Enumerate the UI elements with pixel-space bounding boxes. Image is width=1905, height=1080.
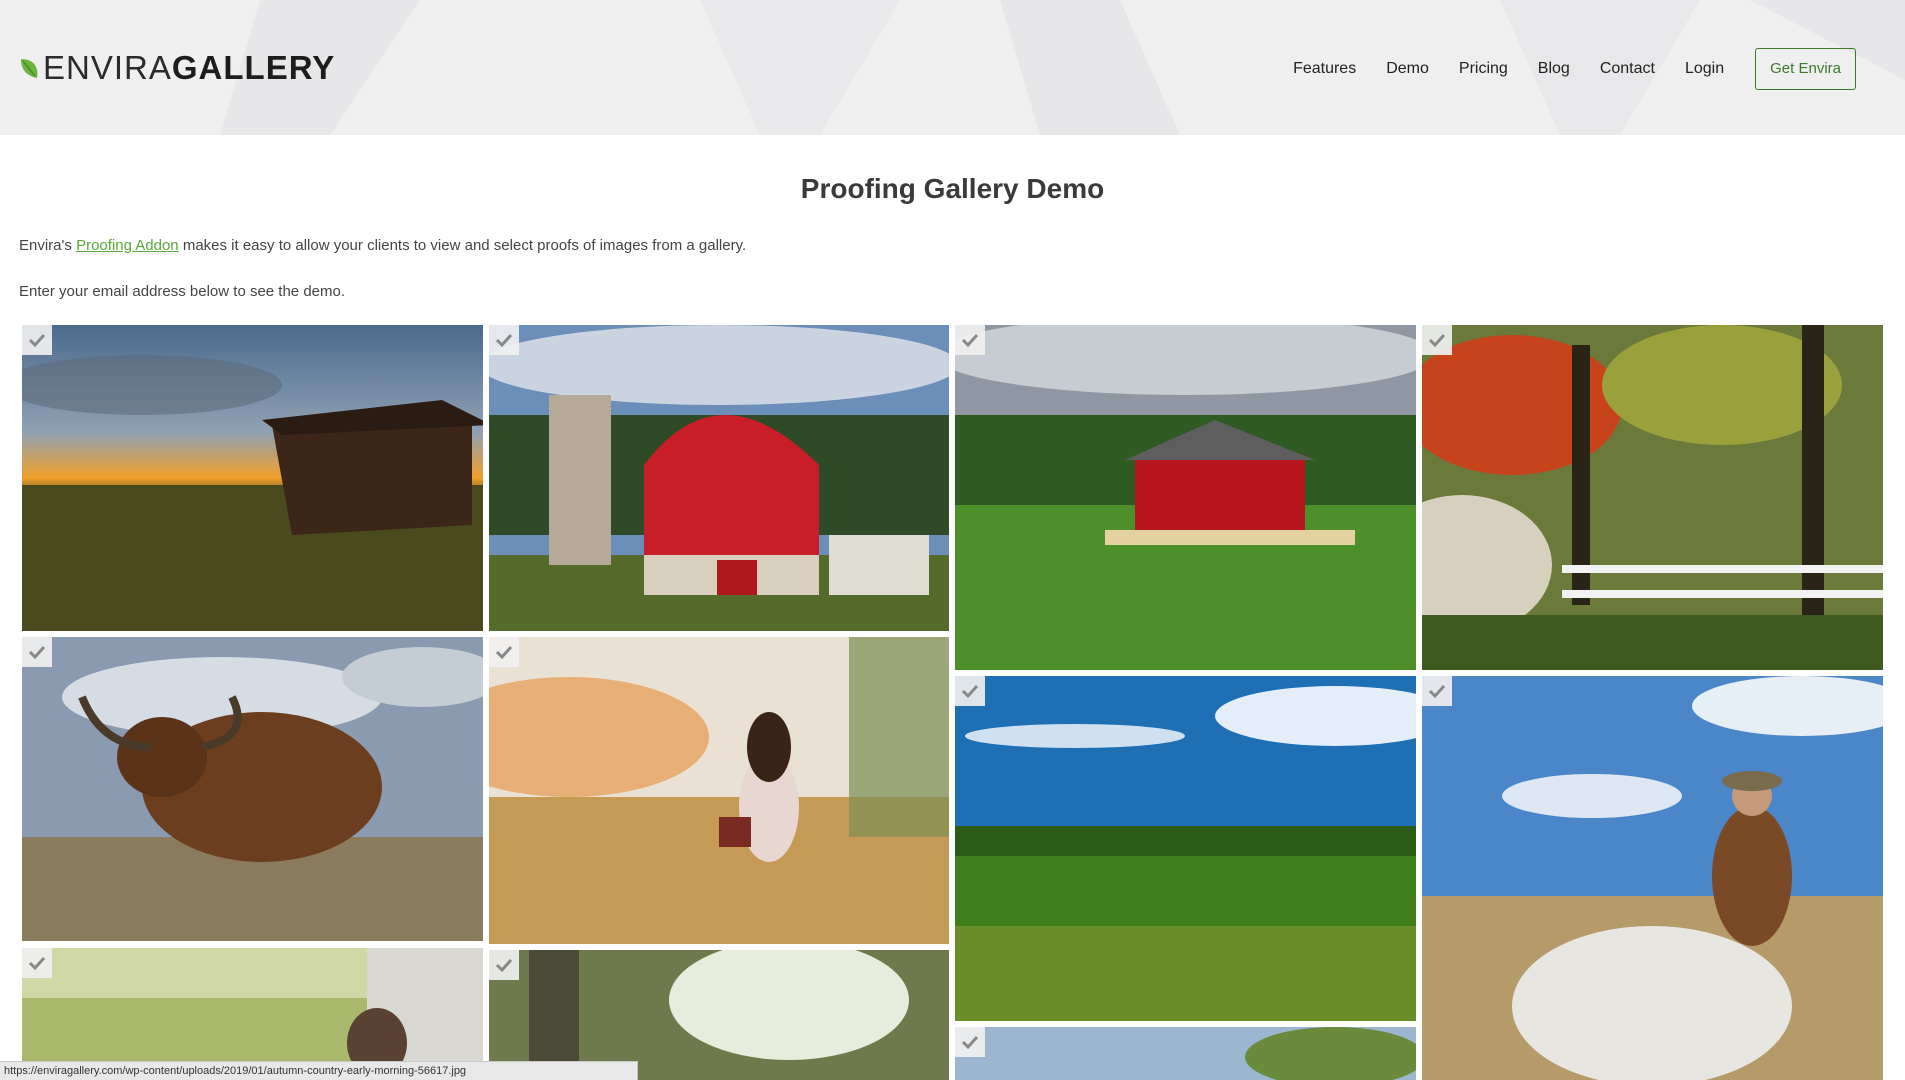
gallery-item[interactable] — [955, 676, 1416, 1021]
select-check[interactable] — [489, 637, 519, 667]
nav-blog[interactable]: Blog — [1538, 48, 1570, 90]
photo-shed-sunset — [22, 325, 483, 631]
intro-prefix: Envira's — [19, 237, 77, 254]
gallery-item[interactable] — [489, 637, 949, 944]
photo-red-barn-silo — [489, 325, 949, 631]
select-check[interactable] — [1422, 325, 1452, 355]
photo-highland-cow — [22, 637, 483, 941]
photo-cowboy-horse — [1422, 676, 1883, 1080]
checkmark-icon — [961, 333, 979, 348]
checkmark-icon — [28, 333, 46, 348]
site-header: ENVIRA GALLERY Features Demo Pricing Blog… — [0, 0, 1905, 135]
select-check[interactable] — [955, 325, 985, 355]
gallery-item[interactable] — [955, 1027, 1416, 1080]
photo-sky-plants — [955, 1027, 1416, 1080]
gallery-item[interactable] — [22, 325, 483, 631]
gallery-item[interactable] — [489, 325, 949, 631]
select-check[interactable] — [22, 948, 52, 978]
nav-pricing[interactable]: Pricing — [1459, 48, 1508, 90]
checkmark-icon — [495, 333, 513, 348]
select-check[interactable] — [489, 325, 519, 355]
logo-text-gallery: GALLERY — [171, 49, 336, 86]
checkmark-icon — [495, 645, 513, 660]
envira-logo[interactable]: ENVIRA GALLERY — [19, 49, 336, 86]
photo-red-barn-hill — [955, 325, 1416, 670]
gallery-item[interactable] — [22, 637, 483, 941]
checkmark-icon — [495, 958, 513, 973]
checkmark-icon — [961, 684, 979, 699]
nav-contact[interactable]: Contact — [1600, 48, 1655, 90]
nav-features[interactable]: Features — [1293, 48, 1356, 90]
intro-suffix: makes it easy to allow your clients to v… — [178, 237, 747, 254]
leaf-icon — [21, 59, 38, 78]
photo-autumn-forest-fence — [1422, 325, 1883, 670]
checkmark-icon — [28, 956, 46, 971]
main-nav: Features Demo Pricing Blog Contact Login… — [1293, 48, 1856, 90]
select-check[interactable] — [489, 950, 519, 980]
get-envira-button[interactable]: Get Envira — [1755, 48, 1856, 90]
select-check[interactable] — [1422, 676, 1452, 706]
browser-status-bar: https://enviragallery.com/wp-content/upl… — [0, 1061, 638, 1080]
nav-demo[interactable]: Demo — [1386, 48, 1429, 90]
gallery-item[interactable] — [955, 325, 1416, 670]
photo-girl-in-field — [489, 637, 949, 944]
proofing-addon-link[interactable]: Proofing Addon — [76, 237, 179, 254]
select-check[interactable] — [955, 676, 985, 706]
checkmark-icon — [1428, 684, 1446, 699]
checkmark-icon — [28, 645, 46, 660]
select-check[interactable] — [22, 637, 52, 667]
gallery-item[interactable] — [1422, 676, 1883, 1080]
gallery-item[interactable] — [1422, 325, 1883, 670]
logo-text-envira: ENVIRA — [43, 49, 172, 86]
select-check[interactable] — [955, 1027, 985, 1057]
photo-green-fields — [955, 676, 1416, 1021]
nav-login[interactable]: Login — [1685, 48, 1724, 90]
intro-text: Envira's Proofing Addon makes it easy to… — [19, 237, 746, 254]
instruction-text: Enter your email address below to see th… — [19, 283, 346, 300]
page-title: Proofing Gallery Demo — [800, 173, 1105, 204]
checkmark-icon — [961, 1035, 979, 1050]
select-check[interactable] — [22, 325, 52, 355]
checkmark-icon — [1428, 333, 1446, 348]
